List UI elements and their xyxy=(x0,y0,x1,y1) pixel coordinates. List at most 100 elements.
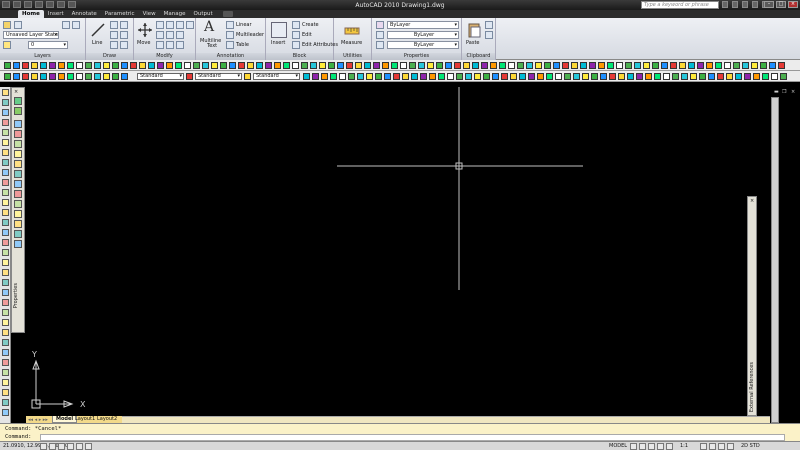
lightbulb-icon[interactable] xyxy=(3,41,11,49)
viewport-restore-icon[interactable]: ❐ xyxy=(782,89,786,95)
toolbar-tool-icon[interactable] xyxy=(49,62,56,69)
palette-tool-icon[interactable] xyxy=(14,210,22,218)
toolbar-tool-icon[interactable] xyxy=(121,62,128,69)
toolbar-tool-icon[interactable] xyxy=(49,73,56,80)
toolbar-tool-icon[interactable] xyxy=(85,73,92,80)
toolbar-tool-icon[interactable] xyxy=(366,73,373,80)
toolbar-tool-icon[interactable] xyxy=(492,73,499,80)
toolbar-tool-icon[interactable] xyxy=(598,62,605,69)
toolbar-tool-icon[interactable] xyxy=(427,62,434,69)
clipboard-panel-title[interactable]: Clipboard xyxy=(462,53,495,60)
draw-tool-icon[interactable] xyxy=(2,269,9,276)
draw-tool-icon[interactable] xyxy=(2,139,9,146)
stretch-icon[interactable] xyxy=(156,41,164,49)
erase-icon[interactable] xyxy=(176,21,184,29)
draw-tool-icon[interactable] xyxy=(2,309,9,316)
toolbar-tool-icon[interactable] xyxy=(429,73,436,80)
linear-dimension-icon[interactable] xyxy=(226,21,234,29)
status-toggle-icon[interactable] xyxy=(85,443,92,450)
draw-tool-icon[interactable] xyxy=(2,99,9,106)
palette-tool-icon[interactable] xyxy=(14,230,22,238)
toolbar-tool-icon[interactable] xyxy=(319,62,326,69)
status-toggle-icon[interactable] xyxy=(67,443,74,450)
toolbar-tool-icon[interactable] xyxy=(274,62,281,69)
toolbar-tool-icon[interactable] xyxy=(681,73,688,80)
toolbar-tool-icon[interactable] xyxy=(357,73,364,80)
toolbar-tool-icon[interactable] xyxy=(555,73,562,80)
command-input[interactable] xyxy=(40,434,785,441)
draw-tool-icon[interactable] xyxy=(2,399,9,406)
toolbar-tool-icon[interactable] xyxy=(382,62,389,69)
toolbar-tool-icon[interactable] xyxy=(402,73,409,80)
draw-tool-icon[interactable] xyxy=(2,329,9,336)
toolbar-tool-icon[interactable] xyxy=(139,62,146,69)
toolbar-tool-icon[interactable] xyxy=(391,62,398,69)
toolbar-tool-icon[interactable] xyxy=(328,62,335,69)
draw-tool-icon[interactable] xyxy=(2,339,9,346)
status-toggle-icon[interactable] xyxy=(630,443,637,450)
copy-clip-icon[interactable] xyxy=(485,31,493,39)
draw-tool-icon[interactable] xyxy=(2,369,9,376)
table-icon[interactable] xyxy=(226,41,234,49)
toolbar-tool-icon[interactable] xyxy=(211,62,218,69)
dimension-style-combo[interactable]: Standard xyxy=(195,73,242,80)
toolbar-tool-icon[interactable] xyxy=(31,62,38,69)
toolbar-tool-icon[interactable] xyxy=(321,73,328,80)
explode-icon[interactable] xyxy=(186,21,194,29)
toolbar-tool-icon[interactable] xyxy=(699,73,706,80)
status-toggle-icon[interactable] xyxy=(700,443,707,450)
draw-tool-icon[interactable] xyxy=(2,169,9,176)
toolbar-tool-icon[interactable] xyxy=(679,62,686,69)
toolbar-tool-icon[interactable] xyxy=(753,73,760,80)
toolbar-tool-icon[interactable] xyxy=(247,62,254,69)
rotate-icon[interactable] xyxy=(156,21,164,29)
toolbar-tool-icon[interactable] xyxy=(697,62,704,69)
draw-tool-icon[interactable] xyxy=(2,219,9,226)
edit-attributes-label[interactable]: Edit Attributes xyxy=(302,42,338,48)
toolbar-tool-icon[interactable] xyxy=(76,73,83,80)
toolbar-tool-icon[interactable] xyxy=(364,62,371,69)
annotation-panel-title[interactable]: Annotation xyxy=(196,53,265,60)
palette-tool-icon[interactable] xyxy=(14,120,22,128)
toolbar-tool-icon[interactable] xyxy=(4,62,11,69)
toolbar-tool-icon[interactable] xyxy=(670,62,677,69)
measure-icon[interactable] xyxy=(344,23,360,39)
edit-label[interactable]: Edit xyxy=(302,32,312,38)
toolbar-tool-icon[interactable] xyxy=(474,73,481,80)
toolbar-tool-icon[interactable] xyxy=(447,73,454,80)
draw-tool-icon[interactable] xyxy=(2,89,9,96)
toolbar-tool-icon[interactable] xyxy=(706,62,713,69)
status-toggle-icon[interactable] xyxy=(727,443,734,450)
toolbar-tool-icon[interactable] xyxy=(373,62,380,69)
make-current-icon[interactable] xyxy=(62,21,70,29)
toolbar-tool-icon[interactable] xyxy=(618,73,625,80)
toolbar-tool-icon[interactable] xyxy=(58,62,65,69)
toolbar-tool-icon[interactable] xyxy=(310,62,317,69)
annotation-scale[interactable]: 1:1 xyxy=(680,443,688,449)
tab-annotate[interactable]: Annotate xyxy=(68,10,101,18)
toolbar-tool-icon[interactable] xyxy=(663,73,670,80)
tab-insert[interactable]: Insert xyxy=(44,10,68,18)
polyline-icon[interactable] xyxy=(110,21,118,29)
draw-tool-icon[interactable] xyxy=(2,229,9,236)
toolbar-tool-icon[interactable] xyxy=(654,73,661,80)
toolbar-tool-icon[interactable] xyxy=(726,73,733,80)
status-toggle-icon[interactable] xyxy=(639,443,646,450)
toolbar-tool-icon[interactable] xyxy=(456,73,463,80)
draw-tool-icon[interactable] xyxy=(2,179,9,186)
toolbar-tool-icon[interactable] xyxy=(508,62,515,69)
toolbar-tool-icon[interactable] xyxy=(634,62,641,69)
toolbar-tool-icon[interactable] xyxy=(94,73,101,80)
toolbar-tool-icon[interactable] xyxy=(571,62,578,69)
multileader-label[interactable]: Multileader xyxy=(236,32,264,38)
toolbar-tool-icon[interactable] xyxy=(186,73,193,80)
toolbar-tool-icon[interactable] xyxy=(553,62,560,69)
draw-tool-icon[interactable] xyxy=(2,349,9,356)
rectangle-icon[interactable] xyxy=(120,31,128,39)
toolbar-tool-icon[interactable] xyxy=(31,73,38,80)
toolbar-tool-icon[interactable] xyxy=(76,62,83,69)
search-icon[interactable] xyxy=(722,1,728,8)
toolbar-tool-icon[interactable] xyxy=(501,73,508,80)
toolbar-tool-icon[interactable] xyxy=(238,62,245,69)
table-label[interactable]: Table xyxy=(236,42,249,48)
